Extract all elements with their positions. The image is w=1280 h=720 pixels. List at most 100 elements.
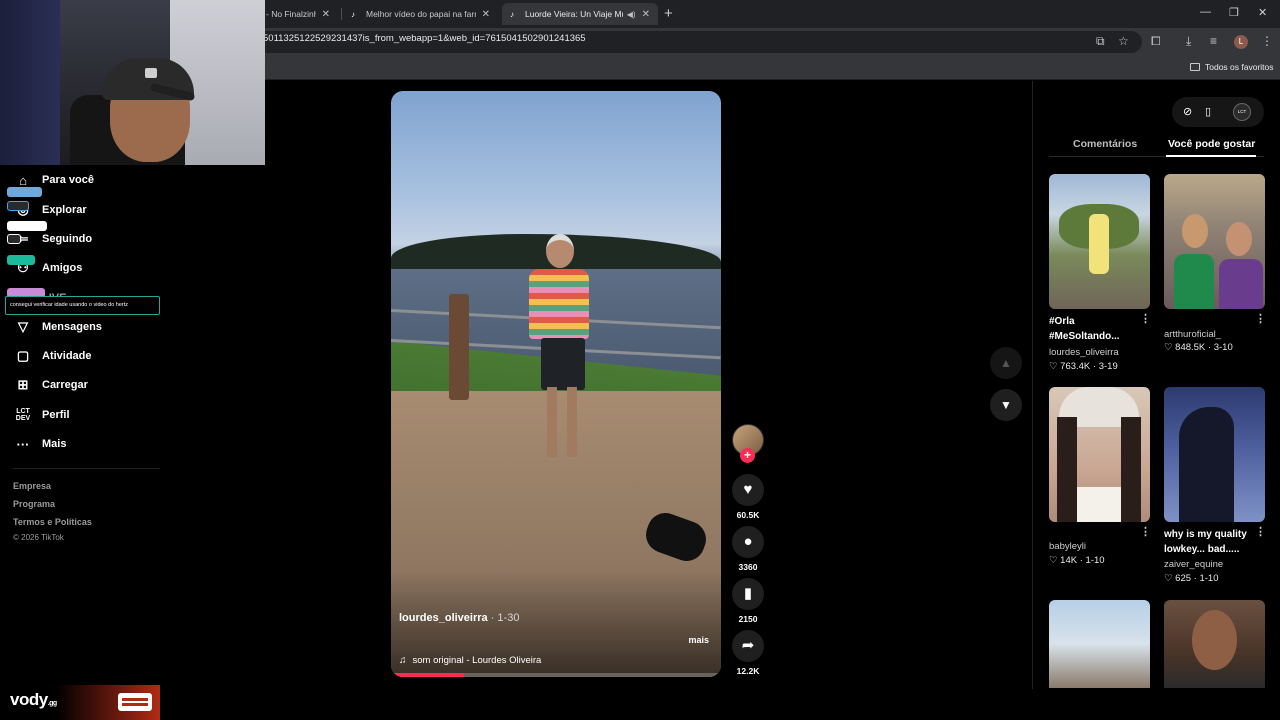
upload-icon: ⊞ bbox=[17, 377, 29, 392]
next-video-button[interactable]: ▼ bbox=[990, 389, 1022, 421]
recommendation-thumbnail[interactable] bbox=[1164, 600, 1265, 688]
sidebar-item-label: Atividade bbox=[42, 350, 92, 362]
browser-tab[interactable]: ♪ Melhor vídeo do papai na farra ✕ bbox=[343, 3, 498, 25]
recommendation-title[interactable]: #Orla #MeSoltando... bbox=[1049, 314, 1144, 344]
restore-icon[interactable]: ❐ bbox=[1229, 6, 1239, 19]
recommendation-thumbnail[interactable] bbox=[1049, 600, 1150, 688]
new-tab-button[interactable]: + bbox=[664, 5, 673, 22]
phone-icon[interactable]: ▯ bbox=[1205, 105, 1211, 118]
share-arrow-icon: ➦ bbox=[741, 637, 755, 654]
save-button[interactable]: ▮ bbox=[732, 578, 764, 610]
comment-icon: ● bbox=[743, 533, 753, 550]
sidebar-item-mensagens[interactable]: ▽ Mensagens bbox=[14, 317, 102, 337]
recommendation-stats: ♡ 625 · 1-10 bbox=[1164, 573, 1219, 584]
sidebar-item-label: Explorar bbox=[42, 204, 87, 216]
heart-outline-icon: ♡ bbox=[1164, 342, 1176, 353]
recommendation-stats: ♡ 848.5K · 3-10 bbox=[1164, 342, 1233, 353]
footer-link-programa[interactable]: Programa bbox=[13, 499, 55, 509]
all-bookmarks-folder[interactable]: Todos os favoritos bbox=[1190, 62, 1274, 72]
sidebar-item-perfil[interactable]: LCT DEV Perfil bbox=[14, 405, 70, 425]
heart-outline-icon: ♡ bbox=[1164, 573, 1176, 584]
footer-link-empresa[interactable]: Empresa bbox=[13, 481, 51, 491]
previous-video-button[interactable]: ▲ bbox=[990, 347, 1022, 379]
vody-logo-icon bbox=[118, 693, 152, 711]
sidebar-item-label: Perfil bbox=[42, 409, 70, 421]
sound-label: som original - Lourdes Oliveira bbox=[412, 655, 542, 666]
sidebar-item-label: Mensagens bbox=[42, 321, 102, 333]
user-avatar[interactable]: LCT bbox=[1233, 103, 1251, 121]
heart-icon: ♥ bbox=[743, 481, 753, 498]
extensions-icon[interactable]: ⧠ bbox=[1151, 34, 1161, 49]
recommendation-thumbnail[interactable] bbox=[1049, 387, 1150, 522]
sidebar-item-label: Para você bbox=[42, 174, 94, 186]
more-icon: ··· bbox=[16, 436, 30, 452]
chat-badge bbox=[7, 201, 29, 211]
tab-title: - No Finalzinho bbox=[266, 9, 316, 19]
more-caption-button[interactable]: mais bbox=[688, 635, 709, 645]
recommendation-user[interactable]: artthuroficial_ bbox=[1164, 329, 1221, 340]
copyright-text: © 2026 TikTok bbox=[13, 533, 64, 542]
comment-button[interactable]: ● bbox=[732, 526, 764, 558]
video-player[interactable]: lourdes_oliveirra · 1-30 mais ♫ som orig… bbox=[391, 91, 721, 677]
close-tab-icon[interactable]: ✕ bbox=[642, 9, 650, 20]
sidebar-item-mais[interactable]: ··· Mais bbox=[14, 434, 67, 454]
close-tab-icon[interactable]: ✕ bbox=[322, 9, 330, 20]
sidebar-item-label: Carregar bbox=[42, 379, 88, 391]
profile-avatar[interactable]: L bbox=[1234, 35, 1248, 49]
tab-title: Melhor vídeo do papai na farra bbox=[366, 9, 476, 19]
recommendation-thumbnail[interactable] bbox=[1164, 387, 1265, 522]
speaker-icon[interactable]: ◀) bbox=[627, 10, 636, 19]
footer-link-termos[interactable]: Termos e Políticas bbox=[13, 517, 92, 527]
follow-plus-icon[interactable]: + bbox=[740, 448, 755, 463]
video-sound[interactable]: ♫ som original - Lourdes Oliveira bbox=[399, 655, 541, 666]
video-date: · 1-30 bbox=[487, 612, 520, 624]
card-more-icon[interactable]: ⋮ bbox=[1255, 525, 1266, 538]
compass-icon[interactable]: ⊘ bbox=[1183, 105, 1192, 118]
url-text[interactable]: 5011325122529231437is_from_webapp=1&web_… bbox=[263, 33, 586, 44]
recommendation-user[interactable]: zaiver_equine bbox=[1164, 559, 1223, 570]
minimize-icon[interactable]: — bbox=[1200, 6, 1211, 18]
chevron-down-icon: ▼ bbox=[1000, 398, 1012, 412]
card-more-icon[interactable]: ⋮ bbox=[1255, 312, 1266, 325]
streamer-webcam bbox=[0, 0, 265, 165]
share-button[interactable]: ➦ bbox=[732, 630, 764, 662]
media-controls-icon[interactable]: ≡ bbox=[1210, 34, 1217, 48]
recommendation-thumbnail[interactable] bbox=[1049, 174, 1150, 309]
comment-count: 3360 bbox=[738, 562, 758, 572]
sidebar-item-atividade[interactable]: ▢ Atividade bbox=[14, 346, 92, 366]
browser-tab-active[interactable]: ♪ Luorde Vieira: Un Viaje Mu ◀) ✕ bbox=[502, 3, 658, 25]
sidebar-item-label: Mais bbox=[42, 438, 67, 450]
close-window-icon[interactable]: ✕ bbox=[1258, 6, 1267, 19]
heart-outline-icon: ♡ bbox=[1049, 361, 1061, 372]
video-author[interactable]: lourdes_oliveirra · 1-30 bbox=[399, 612, 519, 624]
install-app-icon[interactable]: ⧉ bbox=[1096, 34, 1105, 49]
sidebar-item-carregar[interactable]: ⊞ Carregar bbox=[14, 375, 88, 395]
video-frame-fence-post bbox=[449, 294, 469, 400]
music-note-icon: ♫ bbox=[399, 655, 407, 666]
panel-divider bbox=[1032, 81, 1033, 689]
like-button[interactable]: ♥ bbox=[732, 474, 764, 506]
bookmark-star-icon[interactable]: ☆ bbox=[1118, 34, 1129, 48]
menu-kebab-icon[interactable]: ⋮ bbox=[1261, 34, 1273, 48]
recommendation-title[interactable]: why is my quality lowkey... bad..... bbox=[1164, 527, 1259, 557]
recommendation-user[interactable]: babyleyli bbox=[1049, 541, 1086, 552]
recommendation-stats: ♡ 14K · 1-10 bbox=[1049, 555, 1105, 566]
bookmarks-folder-label: Todos os favoritos bbox=[1205, 62, 1274, 72]
chevron-up-icon: ▲ bbox=[1000, 356, 1012, 370]
sidebar-item-label: Amigos bbox=[42, 262, 83, 274]
chat-badge bbox=[7, 234, 21, 244]
card-more-icon[interactable]: ⋮ bbox=[1140, 312, 1151, 325]
tab-voce-pode-gostar[interactable]: Você pode gostar bbox=[1168, 138, 1255, 150]
stream-chat-message: consegui verificar idade usando o video … bbox=[5, 296, 160, 315]
tab-comentarios[interactable]: Comentários bbox=[1073, 138, 1137, 150]
close-tab-icon[interactable]: ✕ bbox=[482, 9, 490, 20]
tab-separator bbox=[341, 8, 342, 20]
sidebar-item-seguindo[interactable]: ⇐ Seguindo bbox=[14, 229, 93, 249]
download-icon[interactable]: ⤓ bbox=[1186, 34, 1191, 49]
bookmark-icon: ▮ bbox=[743, 585, 753, 602]
recommendation-thumbnail[interactable] bbox=[1164, 174, 1265, 309]
card-more-icon[interactable]: ⋮ bbox=[1140, 525, 1151, 538]
chat-badge bbox=[7, 187, 42, 197]
recommendation-user[interactable]: lourdes_oliveirra bbox=[1049, 347, 1119, 358]
browser-tab[interactable]: - No Finalzinho ✕ bbox=[258, 3, 338, 25]
